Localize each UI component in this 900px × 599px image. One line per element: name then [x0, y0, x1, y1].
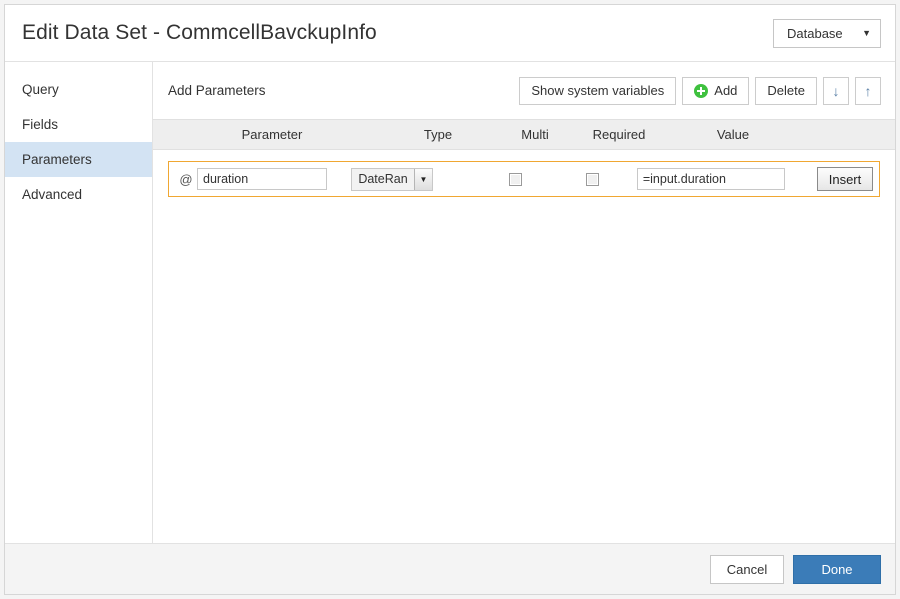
chevron-down-icon: ▼	[862, 27, 871, 38]
arrow-down-icon: ↓	[832, 82, 840, 99]
dialog-body: Query Fields Parameters Advanced Add Par…	[5, 62, 895, 543]
sidebar-item-parameters[interactable]: Parameters	[5, 142, 152, 177]
done-button[interactable]: Done	[793, 554, 881, 584]
main-panel: Add Parameters Show system variables Add…	[153, 62, 895, 543]
parameters-table-header: Parameter Type Multi Required Value	[153, 119, 895, 150]
sidebar: Query Fields Parameters Advanced	[5, 62, 153, 543]
column-header-value: Value	[716, 127, 750, 142]
cell-parameter: @	[175, 168, 341, 190]
at-sign-icon: @	[179, 171, 193, 187]
delete-parameter-button[interactable]: Delete	[755, 76, 817, 105]
plus-circle-icon	[694, 83, 709, 98]
column-header-parameter: Parameter	[241, 127, 303, 142]
insert-button[interactable]: Insert	[817, 167, 873, 191]
cancel-button[interactable]: Cancel	[710, 554, 784, 584]
parameter-type-value: DateRan	[351, 168, 414, 190]
dialog-footer: Cancel Done	[5, 543, 895, 594]
sidebar-item-advanced[interactable]: Advanced	[5, 177, 152, 212]
sidebar-item-label: Query	[22, 82, 59, 97]
parameter-type-select[interactable]: DateRan ▼	[350, 167, 433, 191]
dialog-titlebar: Edit Data Set - CommcellBavckupInfo Data…	[5, 5, 895, 62]
parameters-table-body: @ DateRan ▼	[153, 150, 895, 543]
parameter-value-input[interactable]	[636, 168, 785, 190]
cell-multi	[482, 172, 548, 186]
move-up-button[interactable]: ↑	[855, 76, 881, 105]
sidebar-item-fields[interactable]: Fields	[5, 107, 152, 142]
parameters-toolbar: Show system variables Add Delete ↓ ↑	[519, 76, 881, 105]
table-row[interactable]: @ DateRan ▼	[168, 161, 880, 197]
move-down-button[interactable]: ↓	[823, 76, 849, 105]
add-button-label: Add	[714, 83, 738, 98]
datasource-dropdown[interactable]: Database ▼	[773, 18, 881, 48]
cell-type: DateRan ▼	[341, 167, 482, 191]
sidebar-item-label: Advanced	[22, 187, 83, 202]
cell-value	[636, 168, 801, 190]
add-parameter-button[interactable]: Add	[682, 76, 750, 105]
chevron-down-icon: ▼	[413, 168, 432, 190]
sidebar-item-label: Parameters	[22, 152, 92, 167]
edit-data-set-dialog: Edit Data Set - CommcellBavckupInfo Data…	[4, 4, 896, 595]
column-header-required: Required	[592, 127, 646, 142]
section-title: Add Parameters	[168, 83, 266, 98]
page-title: Edit Data Set - CommcellBavckupInfo	[22, 21, 377, 44]
cell-insert: Insert	[801, 167, 873, 191]
multi-checkbox[interactable]	[508, 172, 522, 186]
column-header-type: Type	[423, 127, 453, 142]
required-checkbox[interactable]	[586, 172, 600, 186]
main-header: Add Parameters Show system variables Add…	[153, 62, 895, 119]
datasource-dropdown-label: Database	[787, 25, 843, 41]
cell-required	[548, 172, 637, 186]
sidebar-item-query[interactable]: Query	[5, 72, 152, 107]
arrow-up-icon: ↑	[864, 82, 872, 99]
show-system-variables-button[interactable]: Show system variables	[519, 76, 677, 105]
parameter-name-input[interactable]	[197, 168, 327, 190]
sidebar-item-label: Fields	[22, 117, 59, 132]
column-header-multi: Multi	[521, 127, 549, 142]
